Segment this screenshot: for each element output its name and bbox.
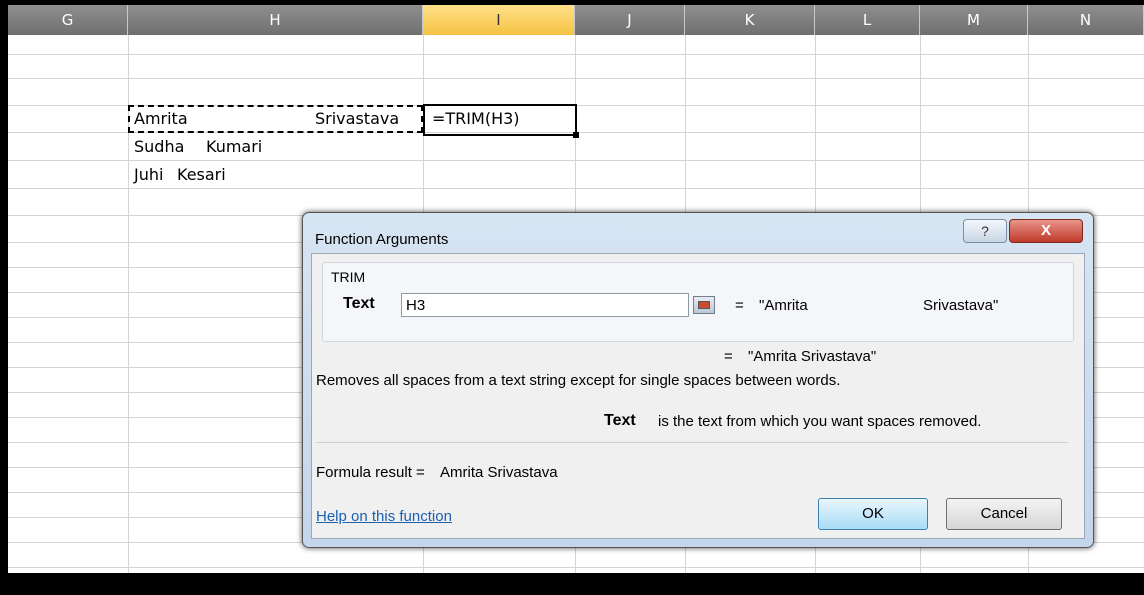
argument-evaluated-value-part2: Srivastava" (923, 297, 999, 314)
ok-button[interactable]: OK (818, 498, 928, 530)
grid-line (8, 160, 1144, 161)
column-header-h[interactable]: H (128, 5, 423, 35)
column-header-l[interactable]: L (815, 5, 920, 35)
divider (316, 442, 1068, 443)
collapse-dialog-icon[interactable] (693, 296, 715, 314)
column-header-k[interactable]: K (685, 5, 815, 35)
column-header-m[interactable]: M (920, 5, 1028, 35)
argument-text-input[interactable] (401, 293, 689, 317)
argument-equals-sign: = (735, 297, 744, 314)
grid-line (8, 188, 1144, 189)
argument-evaluated-value-part1: "Amrita (759, 297, 808, 314)
column-header-n[interactable]: N (1028, 5, 1144, 35)
cell-h5-last-name[interactable]: Kesari (177, 165, 226, 184)
function-name: TRIM (331, 269, 366, 285)
function-description: Removes all spaces from a text string ex… (316, 372, 841, 389)
grid-line (8, 567, 1144, 568)
help-on-function-link[interactable]: Help on this function (316, 508, 452, 525)
formula-result-value: Amrita Srivastava (440, 464, 558, 481)
column-header-g[interactable]: G (8, 5, 128, 35)
cell-h4-last-name[interactable]: Kumari (206, 137, 262, 156)
column-header-i[interactable]: I (423, 5, 575, 35)
dialog-title: Function Arguments (315, 231, 449, 248)
result-equals-sign: = (724, 348, 733, 365)
cell-h4-first-name[interactable]: Sudha (134, 137, 184, 156)
cancel-button[interactable]: Cancel (946, 498, 1062, 530)
argument-description: is the text from which you want spaces r… (658, 413, 982, 430)
argument-label: Text (343, 295, 375, 312)
cell-h5-first-name[interactable]: Juhi (134, 165, 163, 184)
argument-name-label: Text (604, 412, 636, 429)
close-button[interactable]: X (1009, 219, 1083, 243)
function-arguments-group: TRIM Text = "Amrita Srivastava" (322, 262, 1074, 342)
column-header-j[interactable]: J (575, 5, 685, 35)
column-header-bar: G H I J K L M N (8, 5, 1144, 35)
function-result-preview: "Amrita Srivastava" (748, 348, 877, 365)
formula-result-label: Formula result = (316, 464, 425, 481)
copy-marquee-h3 (128, 105, 423, 133)
grid-line (8, 54, 1144, 55)
help-button[interactable]: ? (963, 219, 1007, 243)
grid-line (8, 78, 1144, 79)
function-arguments-dialog: Function Arguments ? X TRIM Text = "Amri… (302, 212, 1094, 548)
fill-handle[interactable] (573, 132, 579, 138)
active-cell-i3[interactable] (423, 104, 577, 136)
dialog-body: TRIM Text = "Amrita Srivastava" = "Amrit… (311, 253, 1085, 539)
